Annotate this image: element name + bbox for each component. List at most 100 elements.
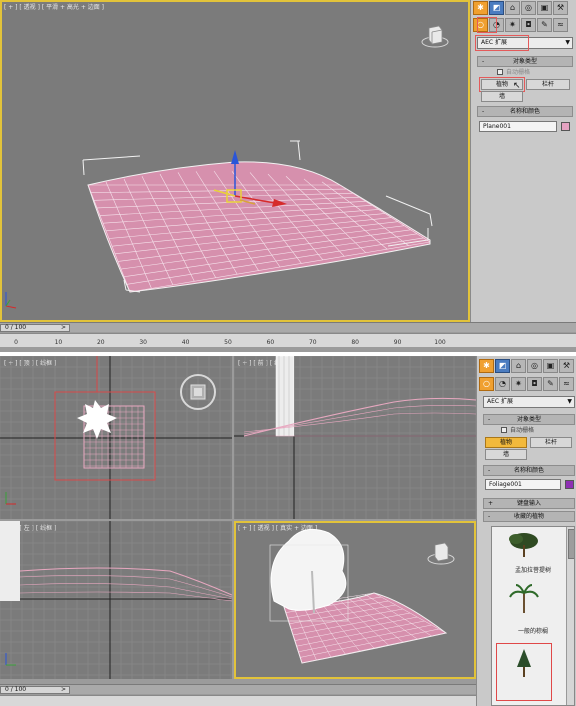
collapse-icon: - <box>488 416 491 423</box>
checkbox-box <box>497 69 503 75</box>
plant-list-scrollbar[interactable] <box>566 527 574 705</box>
wall-button-label: 墙 <box>502 451 509 458</box>
top-viewport[interactable]: [ + ] [ 顶 ] [ 线框 ] <box>0 356 232 519</box>
lights-icon[interactable]: ✷ <box>511 377 526 391</box>
ruler-tick-label: 60 <box>266 339 275 346</box>
collapse-icon: - <box>488 467 491 474</box>
hierarchy-tab-icon[interactable]: ⌂ <box>505 1 520 15</box>
viewcube-icon[interactable] <box>426 537 456 567</box>
object-name-field[interactable]: Foliage001 <box>485 479 561 490</box>
selected-plant[interactable] <box>496 643 552 701</box>
frame-counter-value: 0 / 100 <box>5 686 27 693</box>
wall-button[interactable]: 墙 <box>481 91 523 102</box>
plant-list-scroll-thumb[interactable] <box>568 529 574 559</box>
chevron-down-icon: ▼ <box>565 39 570 46</box>
terrain-surface <box>87 161 431 293</box>
spacewarps-icon[interactable]: ≈ <box>559 377 574 391</box>
utilities-tab-icon[interactable]: ⚒ <box>553 1 568 15</box>
chevron-right-icon: > <box>60 686 66 693</box>
chevron-right-icon: > <box>60 324 66 331</box>
front-viewport[interactable]: [ + ] [ 前 ] [ 线框 ] <box>234 356 476 519</box>
create-category-row: ○ ◔ ✷ ◘ ✎ ≈ <box>477 376 576 392</box>
keyboard-entry-rollout[interactable]: + 键盘输入 <box>483 498 575 509</box>
palm-thumbnail <box>509 584 539 613</box>
time-slider[interactable]: 0 / 100 > <box>0 684 476 694</box>
cursor-icon: ↖ <box>513 81 521 91</box>
foliage-button[interactable]: 植物 <box>485 437 527 448</box>
left-viewport[interactable]: [ + ] [ 左 ] [ 线框 ] <box>0 521 232 679</box>
ruler-tick-label: 30 <box>139 339 148 346</box>
favorites-header: 收藏的植物 <box>513 513 544 520</box>
object-color-swatch[interactable] <box>565 480 574 489</box>
ruler-tick-label: 10 <box>54 339 63 346</box>
collapse-icon: - <box>488 513 491 520</box>
shapes-icon[interactable]: ◔ <box>495 377 510 391</box>
frame-counter[interactable]: 0 / 100 > <box>0 324 70 332</box>
frame-counter-value: 0 / 100 <box>5 324 27 331</box>
wall-button[interactable]: 墙 <box>485 449 527 460</box>
modify-tab-icon[interactable]: ◩ <box>489 1 504 15</box>
plant-label-banyan[interactable]: 孟加拉菩提树 <box>492 565 574 574</box>
plant-label-palm[interactable]: 一般的棕榈 <box>492 626 574 635</box>
object-name-field[interactable]: Plane001 <box>479 121 557 132</box>
perspective-viewport[interactable]: [ + ] [ 透视 ] [ 真实 + 边面 ] <box>234 521 476 679</box>
helpers-icon[interactable]: ✎ <box>537 18 552 32</box>
terrain-mesh-view <box>5 140 433 309</box>
cameras-icon[interactable]: ◘ <box>527 377 542 391</box>
geometry-icon[interactable]: ○ <box>479 377 494 391</box>
cameras-icon[interactable]: ◘ <box>521 18 536 32</box>
helpers-icon[interactable]: ✎ <box>543 377 558 391</box>
create-tab-icon[interactable]: ✱ <box>479 359 494 373</box>
railing-button-label: 栏杆 <box>541 81 554 88</box>
name-color-header: 名称和颜色 <box>509 108 540 115</box>
timeline-ruler[interactable] <box>0 695 476 706</box>
frame-counter[interactable]: 0 / 100 > <box>0 686 70 694</box>
motion-tab-icon[interactable]: ◎ <box>521 1 536 15</box>
ruler-tick-label: 50 <box>224 339 232 346</box>
motion-tab-icon[interactable]: ◎ <box>527 359 542 373</box>
category-dropdown[interactable]: AEC 扩展 ▼ <box>483 396 575 408</box>
autogrid-label: 自动栅格 <box>510 427 535 434</box>
time-slider[interactable]: 0 / 100 > <box>0 322 576 332</box>
axis-tripod <box>5 292 17 309</box>
autogrid-checkbox[interactable]: 自动栅格 <box>501 427 534 435</box>
object-type-rollout[interactable]: - 对象类型 <box>477 56 573 67</box>
object-color-swatch[interactable] <box>561 122 570 131</box>
name-color-header: 名称和颜色 <box>513 467 544 474</box>
viewcube-icon[interactable] <box>178 372 218 412</box>
railing-button[interactable]: 栏杆 <box>526 79 570 90</box>
collapse-icon: - <box>482 108 485 115</box>
keyboard-header: 键盘输入 <box>516 500 541 507</box>
autogrid-checkbox[interactable]: 自动栅格 <box>497 69 530 77</box>
utilities-tab-icon[interactable]: ⚒ <box>559 359 574 373</box>
object-type-header: 对象类型 <box>512 58 537 65</box>
ruler-tick-label: 90 <box>393 339 402 346</box>
object-name-value: Foliage001 <box>489 481 522 488</box>
lights-icon[interactable]: ✷ <box>505 18 520 32</box>
banyan-thumbnail <box>509 533 538 557</box>
modify-tab-icon[interactable]: ◩ <box>495 359 510 373</box>
create-tab-icon[interactable]: ✱ <box>473 1 488 15</box>
railing-button[interactable]: 栏杆 <box>530 437 572 448</box>
ruler-tick-label: 80 <box>351 339 360 346</box>
command-panel: ✱ ◩ ⌂ ◎ ▣ ⚒ ○ ◔ ✷ ◘ ✎ ≈ AEC 扩展 ▼ - 对象类型 … <box>476 356 576 706</box>
object-type-rollout[interactable]: - 对象类型 <box>483 414 575 425</box>
ruler-tick-label: 40 <box>181 339 190 346</box>
expand-icon: + <box>488 500 494 507</box>
plant-library-list[interactable]: 孟加拉菩提树 一般的棕榈 <box>491 526 575 706</box>
timeline-ruler[interactable]: 0 10 20 30 40 50 60 70 80 90 100 <box>0 333 576 347</box>
hierarchy-tab-icon[interactable]: ⌂ <box>511 359 526 373</box>
spacewarps-icon[interactable]: ≈ <box>553 18 568 32</box>
display-tab-icon[interactable]: ▣ <box>543 359 558 373</box>
bottom-screenshot: [ + ] [ 顶 ] [ 线框 ] [ + ] [ 前 ] [ 线框 ] [… <box>0 356 576 706</box>
display-tab-icon[interactable]: ▣ <box>537 1 552 15</box>
viewcube-icon[interactable] <box>420 20 450 50</box>
name-color-rollout[interactable]: - 名称和颜色 <box>483 465 575 476</box>
checkbox-box <box>501 427 507 433</box>
favorite-plants-rollout[interactable]: - 收藏的植物 <box>483 511 575 522</box>
name-color-rollout[interactable]: - 名称和颜色 <box>477 106 573 117</box>
highlight-dropdown <box>475 35 529 51</box>
object-name-value: Plane001 <box>483 123 511 130</box>
perspective-viewport[interactable]: [ + ] [ 透视 ] [ 平滑 + 高光 + 边面 ] <box>0 0 470 322</box>
front-view-scene <box>234 356 476 519</box>
